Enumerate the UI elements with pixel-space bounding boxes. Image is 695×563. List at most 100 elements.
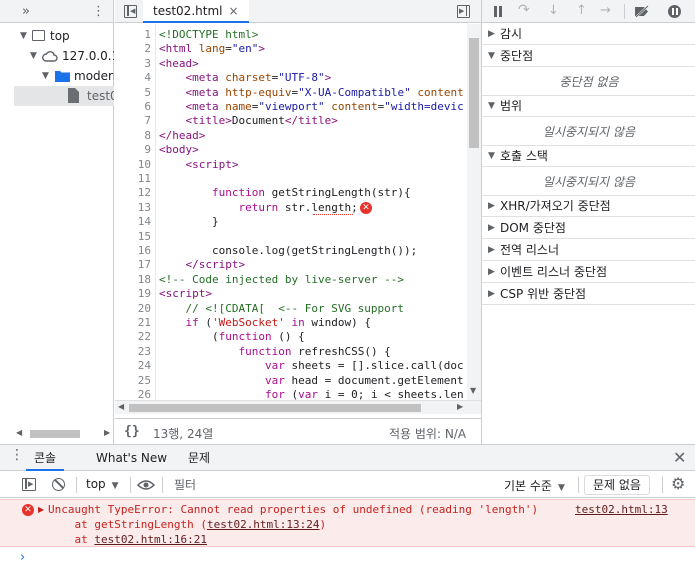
code-line[interactable]: 5 <meta http-equiv="X-UA-Compatible" con… bbox=[115, 86, 467, 100]
console-prompt[interactable]: › bbox=[20, 550, 25, 563]
error-source-link[interactable]: test02.html:13 bbox=[575, 503, 668, 516]
code-line[interactable]: 6 <meta name="viewport" content="width=d… bbox=[115, 100, 467, 114]
console-settings-gear-icon[interactable]: ⚙ bbox=[671, 474, 685, 493]
scroll-left-icon[interactable]: ◀ bbox=[118, 402, 124, 411]
code-line[interactable]: 9 <body> bbox=[115, 143, 467, 157]
pane-header[interactable]: ▶ 감시 bbox=[482, 24, 695, 45]
tab-issues[interactable]: 문제 bbox=[188, 445, 210, 471]
expand-error-icon[interactable]: ▶ bbox=[38, 505, 44, 514]
code-line[interactable]: 16 console.log(getStringLength()); bbox=[115, 244, 467, 258]
more-tabs-icon[interactable]: » bbox=[18, 0, 34, 23]
toggle-debugger-icon[interactable]: ▶ bbox=[457, 5, 470, 18]
line-number[interactable]: 3 bbox=[115, 57, 151, 71]
scroll-left-icon[interactable]: ◀ bbox=[16, 428, 22, 437]
code-line[interactable]: 14 } bbox=[115, 215, 467, 229]
code-line[interactable]: 7 <title>Document</title> bbox=[115, 114, 467, 128]
line-number[interactable]: 21 bbox=[115, 316, 151, 330]
line-number[interactable]: 11 bbox=[115, 172, 151, 186]
line-number[interactable]: 12 bbox=[115, 186, 151, 200]
line-number[interactable]: 4 bbox=[115, 71, 151, 85]
code-line[interactable]: 13 return str.length; bbox=[115, 201, 467, 215]
line-number[interactable]: 19 bbox=[115, 287, 151, 301]
line-number[interactable]: 16 bbox=[115, 244, 151, 258]
pane-header[interactable]: ▶ 전역 리스너 bbox=[482, 240, 695, 261]
tree-item-top[interactable]: ▼ top bbox=[0, 26, 114, 46]
step-out-icon[interactable]: ↑ bbox=[576, 3, 587, 18]
code-line[interactable]: 24 var sheets = [].slice.call(doc bbox=[115, 359, 467, 373]
code-line[interactable]: 18 <!-- Code injected by live-server --> bbox=[115, 273, 467, 287]
scrollbar-thumb[interactable] bbox=[30, 430, 80, 438]
line-number[interactable]: 18 bbox=[115, 273, 151, 287]
code-line[interactable]: 22 (function () { bbox=[115, 330, 467, 344]
navigator-horizontal-scrollbar[interactable]: ◀ ▶ bbox=[14, 428, 114, 441]
line-number[interactable]: 26 bbox=[115, 388, 151, 400]
stack-link[interactable]: test02.html:16:21 bbox=[94, 533, 207, 546]
line-number[interactable]: 20 bbox=[115, 302, 151, 316]
step-over-icon[interactable]: ↷ bbox=[518, 2, 530, 18]
tab-test02-html[interactable]: test02.html × bbox=[143, 0, 249, 23]
line-number[interactable]: 5 bbox=[115, 86, 151, 100]
filter-input[interactable] bbox=[166, 475, 496, 495]
scroll-right-icon[interactable]: ▶ bbox=[104, 428, 110, 437]
tree-item-folder[interactable]: ▼ moderr bbox=[0, 66, 114, 86]
code-line[interactable]: 3 <head> bbox=[115, 57, 467, 71]
step-icon[interactable]: → bbox=[600, 3, 611, 18]
line-number[interactable]: 9 bbox=[115, 143, 151, 157]
code-line[interactable]: 19 <script> bbox=[115, 287, 467, 301]
live-expression-eye-icon[interactable] bbox=[137, 479, 155, 491]
pane-header[interactable]: ▼ 범위 bbox=[482, 96, 695, 117]
scroll-down-icon[interactable]: ▼ bbox=[470, 386, 476, 395]
deactivate-breakpoints-icon[interactable] bbox=[634, 5, 650, 18]
code-line[interactable]: 26 for (var i = 0; i < sheets.len bbox=[115, 388, 467, 400]
line-number[interactable]: 14 bbox=[115, 215, 151, 229]
code-line[interactable]: 8 </head> bbox=[115, 129, 467, 143]
code-line[interactable]: 12 function getStringLength(str){ bbox=[115, 186, 467, 200]
step-into-icon[interactable]: ↓ bbox=[548, 3, 559, 18]
editor-vertical-scrollbar[interactable]: ▼ bbox=[467, 24, 481, 400]
code-line[interactable]: 21 if ('WebSocket' in window) { bbox=[115, 316, 467, 330]
close-drawer-icon[interactable]: ✕ bbox=[673, 448, 686, 467]
line-number[interactable]: 6 bbox=[115, 100, 151, 114]
line-number[interactable]: 22 bbox=[115, 330, 151, 344]
context-selector[interactable]: top ▼ bbox=[86, 477, 119, 491]
tab-whats-new[interactable]: What's New bbox=[96, 445, 167, 471]
pause-on-exceptions-icon[interactable] bbox=[668, 5, 681, 18]
scroll-right-icon[interactable]: ▶ bbox=[457, 402, 463, 411]
editor-horizontal-scrollbar[interactable]: ◀ ▶ bbox=[115, 400, 481, 414]
code-line[interactable]: 10 <script> bbox=[115, 158, 467, 172]
line-number[interactable]: 17 bbox=[115, 258, 151, 272]
code-line[interactable]: 20 // <![CDATA[ <-- For SVG support bbox=[115, 302, 467, 316]
code-line[interactable]: 1 <!DOCTYPE html> bbox=[115, 28, 467, 42]
pane-header[interactable]: ▼ 호출 스택 bbox=[482, 146, 695, 167]
inline-error-icon[interactable]: ✕ bbox=[360, 201, 372, 214]
close-icon[interactable]: × bbox=[228, 4, 238, 18]
code-area[interactable]: 1 <!DOCTYPE html> 2 <html lang="en"> 3 <head>… bbox=[115, 24, 467, 400]
line-number[interactable]: 15 bbox=[115, 230, 151, 244]
line-number[interactable]: 13 bbox=[115, 201, 151, 215]
line-number[interactable]: 23 bbox=[115, 345, 151, 359]
pause-icon[interactable] bbox=[493, 6, 503, 17]
pane-header[interactable]: ▶ DOM 중단점 bbox=[482, 218, 695, 239]
stack-link[interactable]: test02.html:13:24 bbox=[207, 518, 320, 531]
kebab-menu-icon[interactable]: ⋮ bbox=[92, 0, 105, 23]
pretty-print-button[interactable]: {} bbox=[124, 424, 140, 439]
pane-header[interactable]: ▶ CSP 위반 중단점 bbox=[482, 284, 695, 305]
code-line[interactable]: 15 bbox=[115, 230, 467, 244]
drawer-menu-icon[interactable]: ⋮ bbox=[10, 447, 24, 463]
pane-header[interactable]: ▶ 이벤트 리스너 중단점 bbox=[482, 262, 695, 283]
line-number[interactable]: 2 bbox=[115, 42, 151, 56]
code-line[interactable]: 11 bbox=[115, 172, 467, 186]
code-line[interactable]: 23 function refreshCSS() { bbox=[115, 345, 467, 359]
tree-item-host[interactable]: ▼ 127.0.0.1:5 bbox=[0, 46, 114, 66]
code-line[interactable]: 4 <meta charset="UTF-8"> bbox=[115, 71, 467, 85]
scrollbar-thumb[interactable] bbox=[469, 38, 479, 148]
line-number[interactable]: 10 bbox=[115, 158, 151, 172]
issues-button[interactable]: 문제 없음 bbox=[584, 475, 650, 495]
clear-console-icon[interactable] bbox=[52, 478, 65, 491]
pane-header[interactable]: ▶ XHR/가져오기 중단점 bbox=[482, 196, 695, 217]
code-line[interactable]: 17 </script> bbox=[115, 258, 467, 272]
line-number[interactable]: 7 bbox=[115, 114, 151, 128]
log-level-dropdown[interactable]: 기본 수준 ▼ bbox=[504, 477, 565, 494]
line-number[interactable]: 24 bbox=[115, 359, 151, 373]
code-line[interactable]: 2 <html lang="en"> bbox=[115, 42, 467, 56]
